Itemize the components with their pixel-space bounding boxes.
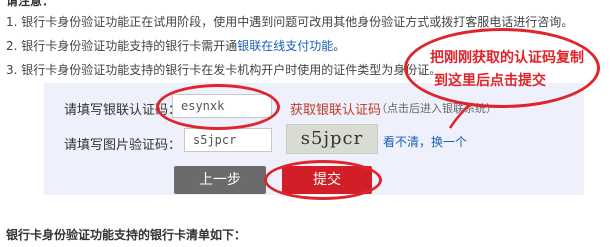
- supported-cards-title: 银行卡身份验证功能支持的银行卡清单如下：: [6, 228, 247, 242]
- callout-line-2: 到这里后点击提交: [434, 73, 546, 89]
- callout-line-1: 把刚刚获取的认证码复制: [430, 50, 584, 66]
- annotation-arrow: [448, 103, 471, 129]
